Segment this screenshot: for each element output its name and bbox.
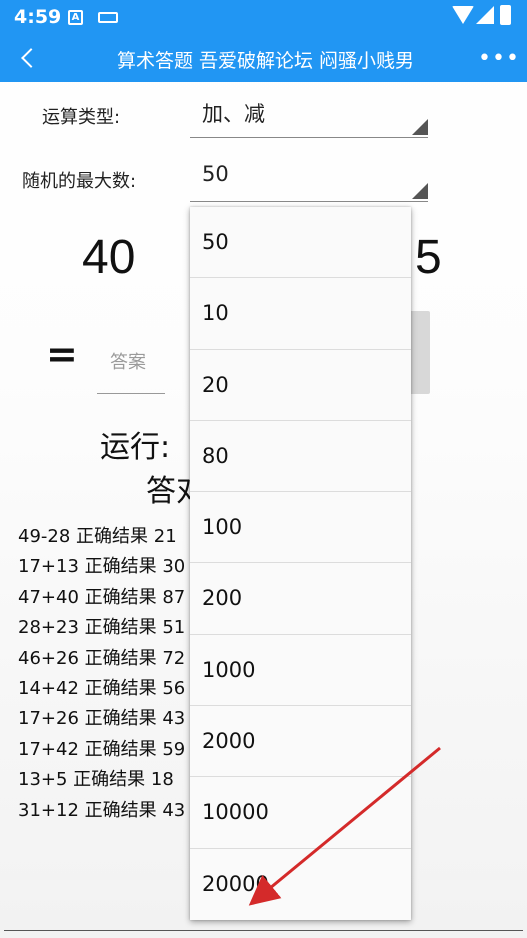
bottom-divider bbox=[4, 930, 523, 931]
max-number-value: 50 bbox=[202, 162, 229, 186]
list-item: 17+26 正确结果 43 bbox=[18, 708, 186, 730]
signal-icon bbox=[476, 6, 494, 24]
dropdown-option[interactable]: 50 bbox=[190, 207, 411, 279]
status-time: 4:59 bbox=[14, 6, 62, 28]
operation-type-label: 运算类型: bbox=[42, 107, 121, 128]
list-item: 17+13 正确结果 30 bbox=[18, 556, 186, 578]
max-number-dropdown: 50 10 20 80 100 200 1000 2000 10000 2000… bbox=[190, 207, 411, 920]
wifi-icon bbox=[452, 6, 474, 24]
page-title: 算术答题 吾爱破解论坛 闷骚小贱男 bbox=[116, 50, 415, 72]
dropdown-option[interactable]: 2000 bbox=[190, 706, 411, 778]
list-item: 47+40 正确结果 87 bbox=[18, 586, 186, 608]
max-number-label: 随机的最大数: bbox=[22, 171, 137, 192]
spinner-arrow-icon bbox=[412, 183, 428, 199]
status-bar: 4:59 A bbox=[0, 0, 527, 34]
back-arrow-icon[interactable] bbox=[21, 48, 41, 68]
dropdown-option[interactable]: 10 bbox=[190, 278, 411, 350]
history-list: 49-28 正确结果 21 17+13 正确结果 30 47+40 正确结果 8… bbox=[18, 522, 198, 826]
spinner-arrow-icon bbox=[412, 119, 428, 135]
list-item: 49-28 正确结果 21 bbox=[18, 526, 177, 547]
dropdown-option[interactable]: 1000 bbox=[190, 635, 411, 707]
more-options-icon[interactable]: ••• bbox=[478, 48, 519, 70]
dropdown-option[interactable]: 80 bbox=[190, 421, 411, 493]
run-label: 运行: bbox=[100, 430, 171, 465]
list-item: 14+42 正确结果 56 bbox=[18, 677, 186, 699]
app-header: 4:59 A 算术答题 吾爱破解论坛 闷骚小贱男 ••• bbox=[0, 0, 527, 82]
answer-input[interactable] bbox=[97, 332, 165, 394]
notification-a-icon: A bbox=[68, 10, 83, 25]
keyboard-icon bbox=[98, 12, 118, 23]
battery-icon bbox=[500, 5, 511, 25]
dropdown-option[interactable]: 100 bbox=[190, 492, 411, 564]
list-item: 46+26 正确结果 72 bbox=[18, 647, 186, 669]
operand-right: 5 bbox=[415, 231, 442, 284]
list-item: 31+12 正确结果 43 bbox=[18, 799, 186, 821]
dropdown-option[interactable]: 20 bbox=[190, 350, 411, 421]
dropdown-option[interactable]: 200 bbox=[190, 563, 411, 635]
list-item: 17+42 正确结果 59 bbox=[18, 738, 186, 760]
operand-left: 40 bbox=[82, 231, 136, 284]
list-item: 13+5 正确结果 18 bbox=[18, 769, 174, 791]
max-number-spinner[interactable]: 50 bbox=[190, 162, 428, 202]
dropdown-option[interactable]: 20000 bbox=[190, 849, 411, 920]
dropdown-option[interactable]: 10000 bbox=[190, 777, 411, 849]
operation-type-value: 加、减 bbox=[202, 102, 265, 126]
equals-sign: = bbox=[46, 332, 78, 376]
list-item: 28+23 正确结果 51 bbox=[18, 617, 186, 639]
operation-type-spinner[interactable]: 加、减 bbox=[190, 98, 428, 138]
